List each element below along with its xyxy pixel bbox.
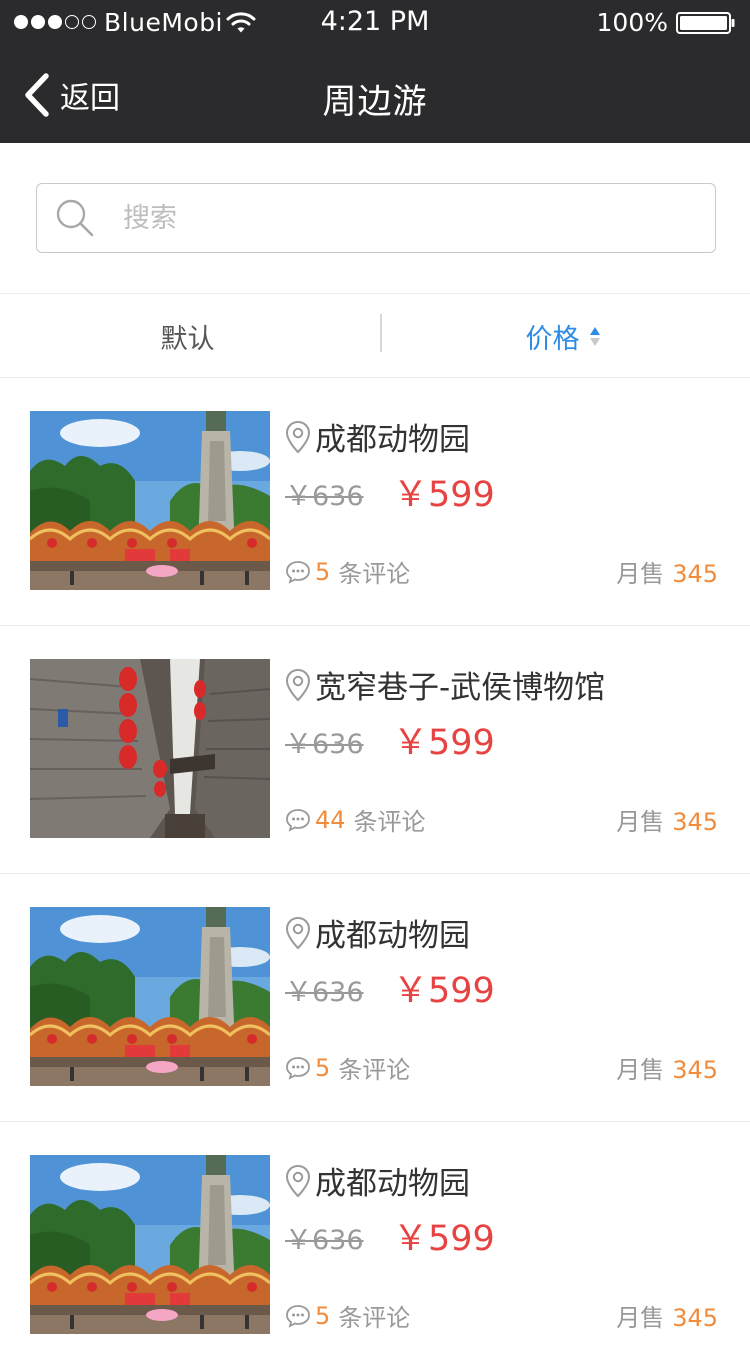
navigation-bar: 返回 周边游 <box>0 48 750 143</box>
sort-bar: 默认 价格 <box>0 294 750 378</box>
sales-label: 月售 <box>616 808 665 836</box>
sort-price-label: 价格 <box>525 323 580 355</box>
zoo-gate-photo <box>30 1155 270 1334</box>
comment-info: 5 条评论 <box>285 1050 410 1085</box>
sales-count: 345 <box>672 560 718 588</box>
current-price: ￥599 <box>393 475 495 515</box>
comment-label: 条评论 <box>338 1056 411 1084</box>
attraction-thumbnail <box>30 1155 270 1334</box>
comment-bubble-icon <box>286 1304 310 1328</box>
attraction-name-row: 成都动物园 <box>285 1158 470 1203</box>
comment-count: 5 <box>315 1301 331 1330</box>
comment-bubble-icon <box>286 1056 310 1080</box>
attraction-thumbnail <box>30 907 270 1086</box>
comment-count: 44 <box>315 805 346 834</box>
attraction-name: 宽窄巷子-武侯博物馆 <box>315 670 606 706</box>
status-bar: BlueMobi 4:21 PM 100% <box>0 0 750 48</box>
attraction-thumbnail <box>30 411 270 590</box>
search-input[interactable] <box>123 202 683 234</box>
location-pin-icon <box>285 420 311 453</box>
current-price: ￥599 <box>393 971 495 1011</box>
comment-info: 44 条评论 <box>285 802 426 837</box>
search-section <box>0 143 750 294</box>
sort-price-tab[interactable]: 价格 <box>375 294 750 378</box>
sales-count: 345 <box>672 1304 718 1332</box>
search-box[interactable] <box>36 183 716 253</box>
sort-order-icon <box>589 326 600 346</box>
current-price: ￥599 <box>393 723 495 763</box>
battery-percent: 100% <box>596 8 668 37</box>
battery-icon <box>676 12 735 34</box>
attraction-name-row: 成都动物园 <box>285 910 470 955</box>
monthly-sales: 月售 345 <box>616 1050 718 1085</box>
sort-default-tab[interactable]: 默认 <box>0 294 375 378</box>
sort-default-label: 默认 <box>160 323 215 355</box>
comment-count: 5 <box>315 557 331 586</box>
comment-count: 5 <box>315 1053 331 1082</box>
original-price: ￥636 <box>285 481 364 512</box>
comment-info: 5 条评论 <box>285 1298 410 1333</box>
zoo-gate-photo <box>30 411 270 590</box>
list-item[interactable]: 成都动物园 ￥636 ￥599 5 条评论 月售 345 <box>0 1122 750 1368</box>
comment-bubble-icon <box>286 560 310 584</box>
list-item[interactable]: 成都动物园 ￥636 ￥599 5 条评论 月售 345 <box>0 378 750 626</box>
location-pin-icon <box>285 1164 311 1197</box>
original-price: ￥636 <box>285 1225 364 1256</box>
sales-label: 月售 <box>616 1304 665 1332</box>
attraction-list: 成都动物园 ￥636 ￥599 5 条评论 月售 345 宽窄巷子-武侯博物馆 … <box>0 378 750 1368</box>
comment-label: 条评论 <box>338 1304 411 1332</box>
sales-count: 345 <box>672 808 718 836</box>
sales-label: 月售 <box>616 1056 665 1084</box>
monthly-sales: 月售 345 <box>616 1298 718 1333</box>
attraction-name: 成都动物园 <box>315 422 470 458</box>
list-item[interactable]: 成都动物园 ￥636 ￥599 5 条评论 月售 345 <box>0 874 750 1122</box>
comment-label: 条评论 <box>353 808 426 836</box>
original-price: ￥636 <box>285 977 364 1008</box>
sales-count: 345 <box>672 1056 718 1084</box>
location-pin-icon <box>285 668 311 701</box>
attraction-name-row: 成都动物园 <box>285 414 470 459</box>
attraction-thumbnail <box>30 659 270 838</box>
top-bar: BlueMobi 4:21 PM 100% 返回 周边游 <box>0 0 750 143</box>
alley-lanterns-photo <box>30 659 270 838</box>
monthly-sales: 月售 345 <box>616 554 718 589</box>
list-item[interactable]: 宽窄巷子-武侯博物馆 ￥636 ￥599 44 条评论 月售 345 <box>0 626 750 874</box>
sales-label: 月售 <box>616 560 665 588</box>
page-title: 周边游 <box>322 82 428 122</box>
comment-info: 5 条评论 <box>285 554 410 589</box>
attraction-name: 成都动物园 <box>315 1166 470 1202</box>
current-price: ￥599 <box>393 1219 495 1259</box>
zoo-gate-photo <box>30 907 270 1086</box>
comment-label: 条评论 <box>338 560 411 588</box>
original-price: ￥636 <box>285 729 364 760</box>
comment-bubble-icon <box>286 808 310 832</box>
search-icon <box>56 199 94 237</box>
attraction-name-row: 宽窄巷子-武侯博物馆 <box>285 662 605 707</box>
attraction-name: 成都动物园 <box>315 918 470 954</box>
location-pin-icon <box>285 916 311 949</box>
monthly-sales: 月售 345 <box>616 802 718 837</box>
